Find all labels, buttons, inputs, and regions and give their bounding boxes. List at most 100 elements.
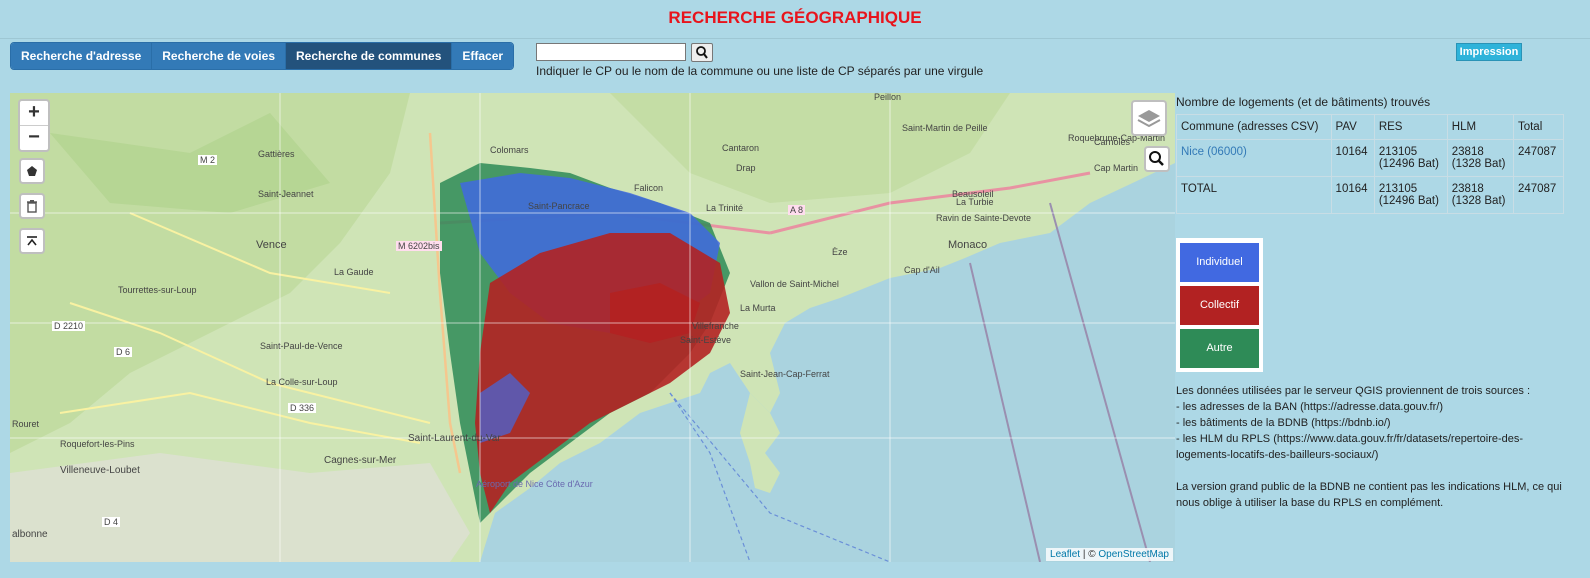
results-table: Commune (adresses CSV) PAV RES HLM Total… [1176,114,1565,214]
polygon-icon [27,166,37,176]
place-label: Saint-Martin de Peille [902,123,988,133]
place-label: Villefranche [692,321,739,331]
place-label: Rouret [12,419,40,429]
res-cell: 213105 (12496 Bat) [1373,139,1448,177]
column-header: RES [1373,114,1448,140]
place-label: Cap Martin [1094,163,1139,173]
place-label: Èze [832,247,848,257]
pav-cell: 10164 [1330,176,1375,214]
source-item: - les bâtiments de la BDNB (https://bdnb… [1176,417,1391,429]
place-label: Monaco [948,239,988,251]
road-label: M 2 [198,155,218,165]
data-sources: Les données utilisées par le serveur QGI… [1176,383,1566,511]
tab-commune-search[interactable]: Recherche de communes [286,43,453,69]
place-label: Saint-Pancrace [528,201,590,211]
place-label: Tourrettes-sur-Loup [118,285,197,295]
total-cell: 247087 [1512,139,1565,177]
zoom-out-button[interactable]: − [20,126,48,150]
column-header: Total [1512,114,1565,140]
source-item: - les adresses de la BAN (https://adress… [1176,401,1443,413]
source-item: - les HLM du RPLS (https://www.data.gouv… [1176,433,1524,461]
leaflet-link[interactable]: Leaflet [1050,549,1080,560]
commune-search-input[interactable] [536,43,686,61]
place-label: Saint-Jean-Cap-Ferrat [740,369,830,379]
hlm-cell: 23818 (1328 Bat) [1446,176,1514,214]
total-cell: 247087 [1512,176,1565,214]
place-label: Cagnes-sur-Mer [324,455,397,466]
delete-shape-button[interactable] [19,193,45,219]
road-label: D 2210 [52,321,86,331]
place-label: Drap [736,163,756,173]
hlm-cell: 23818 (1328 Bat) [1446,139,1514,177]
search-icon [1149,151,1164,166]
table-header-row: Commune (adresses CSV) PAV RES HLM Total [1176,114,1565,140]
place-label: La Colle-sur-Loup [266,377,338,387]
place-label: La Trinité [706,203,744,213]
road-label: D 4 [102,517,121,527]
osm-link[interactable]: OpenStreetMap [1098,549,1169,560]
table-row: TOTAL 10164 213105 (12496 Bat) 23818 (1328… [1176,176,1565,214]
place-label: Gattières [258,149,295,159]
sources-note: La version grand public de la BDNB ne co… [1176,481,1562,509]
legend-autre: Autre [1180,329,1259,368]
search-icon [696,46,709,59]
place-label: Colomars [490,145,529,155]
place-label: albonne [12,529,48,540]
column-header: Commune (adresses CSV) [1176,114,1332,140]
pav-cell: 10164 [1330,139,1375,177]
commune-search [536,43,714,62]
road-label: D 6 [114,347,133,357]
place-label: Carnolès [1094,137,1131,147]
clear-button[interactable]: Effacer [452,43,514,69]
legend-individuel: Individuel [1180,243,1259,282]
place-label: Falicon [634,183,664,193]
map-view[interactable]: Gattières Saint-Jeannet Colomars Cantaro… [10,93,1175,562]
commune-cell: TOTAL [1176,176,1332,214]
place-label: Ravin de Sainte-Devote [936,213,1032,223]
place-label: Saint-Estève [680,335,732,345]
map-search-button[interactable] [1144,146,1170,172]
print-button[interactable]: Impression [1456,43,1522,61]
results-panel: Nombre de logements (et de bâtiments) tr… [1176,93,1566,214]
layers-control[interactable] [1131,100,1167,136]
map-tiles [10,93,1175,562]
place-label: La Turbie [956,197,994,207]
search-hint: Indiquer le CP ou le nom de la commune o… [536,64,984,78]
results-heading: Nombre de logements (et de bâtiments) tr… [1176,95,1431,109]
road-label: D 336 [288,403,317,413]
place-label: Saint-Laurent-du-Var [408,433,501,444]
draw-polygon-button[interactable] [19,158,45,184]
road-label: M 6202bis [396,241,442,251]
commune-link[interactable]: Nice (06000) [1176,139,1332,177]
place-label: La Murta [740,303,776,313]
tab-street-search[interactable]: Recherche de voies [152,43,286,69]
place-label: Villeneuve-Loubet [60,465,140,476]
map-attribution: Leaflet | © OpenStreetMap [1046,548,1173,561]
map-legend: Individuel Collectif Autre [1176,238,1263,372]
place-label: Roquefort-les-Pins [60,439,135,449]
place-label: Cap d'Ail [904,265,940,275]
legend-collectif: Collectif [1180,286,1259,325]
sources-intro: Les données utilisées par le serveur QGI… [1176,385,1531,397]
place-label: Aéroport de Nice Côte d'Azur [476,479,593,489]
attribution-separator: | © [1080,549,1099,560]
place-label: Vallon de Saint-Michel [750,279,839,289]
column-header: PAV [1330,114,1375,140]
place-label: Vence [256,239,287,251]
zoom-in-button[interactable]: + [20,101,48,126]
trash-icon [27,200,37,213]
search-button[interactable] [691,43,714,62]
road-label: A 8 [788,205,806,215]
place-label: Peillon [874,93,902,102]
place-label: Saint-Paul-de-Vence [260,341,343,351]
column-header: HLM [1446,114,1514,140]
tab-address-search[interactable]: Recherche d'adresse [11,43,153,69]
res-cell: 213105 (12496 Bat) [1373,176,1448,214]
table-row: Nice (06000) 10164 213105 (12496 Bat) 238… [1176,139,1565,177]
page-title: RECHERCHE GÉOGRAPHIQUE [668,8,922,27]
extent-button[interactable] [19,228,45,254]
place-label: Saint-Jeannet [258,189,314,199]
header-divider [0,38,1590,39]
zoom-control: + − [18,99,50,152]
search-tabs: Recherche d'adresse Recherche de voies R… [10,42,515,70]
